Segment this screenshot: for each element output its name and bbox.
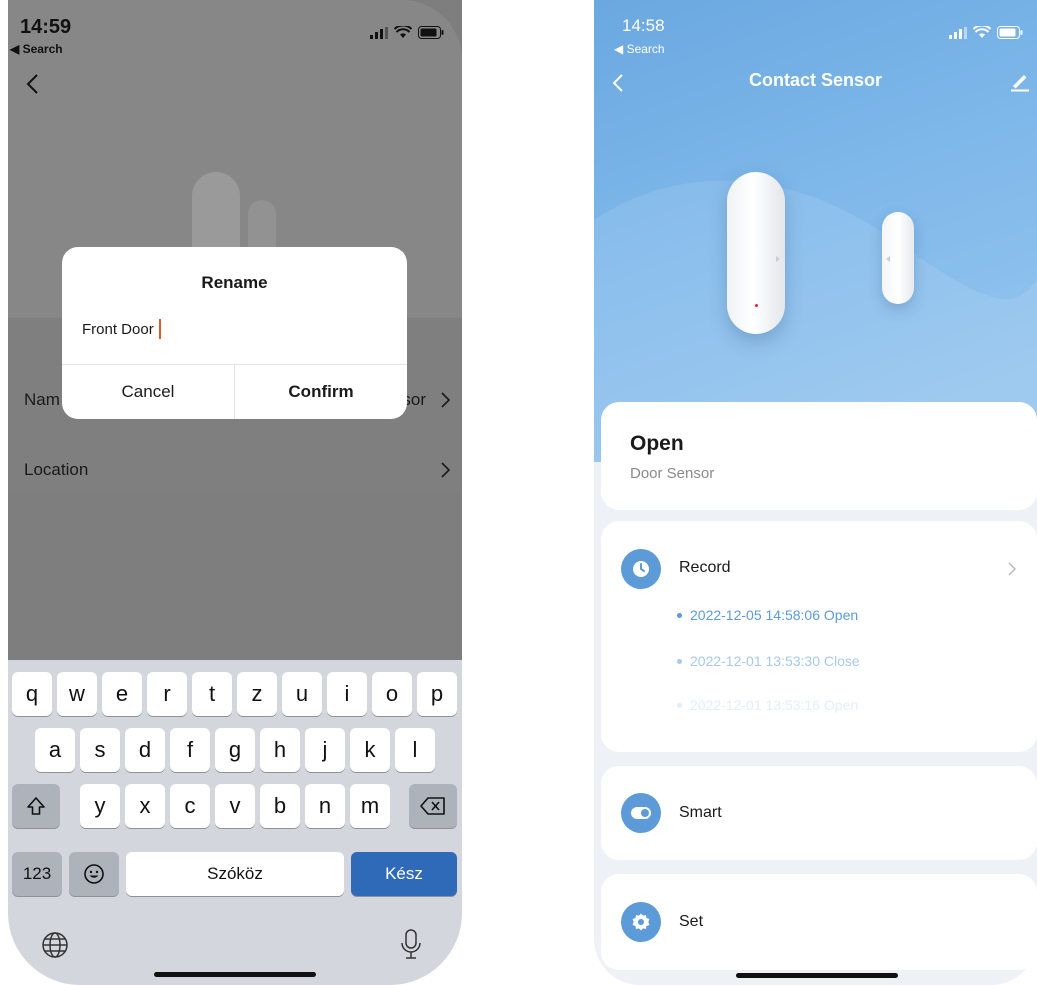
backspace-key[interactable] xyxy=(409,784,457,828)
wifi-icon xyxy=(394,26,412,38)
battery-icon xyxy=(997,26,1023,39)
key-k[interactable]: k xyxy=(350,728,390,772)
record-entry-text: 2022-12-01 13:53:16 Open xyxy=(690,697,859,713)
back-chevron-icon[interactable] xyxy=(22,72,46,96)
home-indicator xyxy=(154,972,316,977)
record-card[interactable]: Record 2022-12-05 14:58:06 Open 2022-12-… xyxy=(601,521,1037,752)
key-c[interactable]: c xyxy=(170,784,210,828)
key-x[interactable]: x xyxy=(125,784,165,828)
smart-card[interactable]: Smart xyxy=(601,766,1037,860)
smart-icon-badge xyxy=(621,793,661,833)
key-w[interactable]: w xyxy=(57,672,97,716)
edit-pencil-icon[interactable] xyxy=(1009,70,1031,92)
device-screen: 14:58 ◀ Search Contact Sensor Open Door … xyxy=(594,0,1037,985)
rename-dialog: Rename Cancel Confirm xyxy=(62,247,407,419)
done-key[interactable]: Kész xyxy=(351,852,457,896)
status-icons xyxy=(949,26,1023,39)
chevron-right-icon xyxy=(1008,562,1016,576)
key-f[interactable]: f xyxy=(170,728,210,772)
status-bar: 14:59 ◀ Search xyxy=(8,0,462,60)
status-icons xyxy=(370,26,444,39)
rename-input[interactable] xyxy=(82,317,382,341)
key-j[interactable]: j xyxy=(305,728,345,772)
emoji-icon xyxy=(84,864,104,884)
sensor-led xyxy=(755,304,758,307)
key-l[interactable]: l xyxy=(395,728,435,772)
sensor-alignment-mark xyxy=(776,256,780,262)
gear-icon xyxy=(632,913,650,931)
key-n[interactable]: n xyxy=(305,784,345,828)
signal-icon xyxy=(370,27,388,39)
record-entry-text: 2022-12-01 13:53:30 Close xyxy=(690,653,860,669)
toggle-icon xyxy=(631,807,651,819)
dialog-title: Rename xyxy=(201,273,268,292)
wifi-icon xyxy=(973,26,991,38)
key-s[interactable]: s xyxy=(80,728,120,772)
key-z[interactable]: z xyxy=(237,672,277,716)
record-dot xyxy=(677,612,682,618)
key-q[interactable]: q xyxy=(12,672,52,716)
key-y[interactable]: y xyxy=(80,784,120,828)
page-title: Contact Sensor xyxy=(748,70,883,90)
key-d[interactable]: d xyxy=(125,728,165,772)
status-card: Open Door Sensor xyxy=(601,402,1037,510)
globe-icon[interactable] xyxy=(40,930,70,960)
setting-label-name: Nam xyxy=(24,390,60,409)
numbers-key[interactable]: 123 xyxy=(12,852,62,896)
magnet-alignment-mark xyxy=(886,256,890,262)
record-entry-text: 2022-12-05 14:58:06 Open xyxy=(690,607,859,623)
record-icon-badge xyxy=(621,549,661,589)
key-b[interactable]: b xyxy=(260,784,300,828)
set-icon-badge xyxy=(621,902,661,942)
key-e[interactable]: e xyxy=(102,672,142,716)
chevron-right-icon xyxy=(441,392,451,408)
setting-label-location: Location xyxy=(24,460,89,479)
key-o[interactable]: o xyxy=(372,672,412,716)
set-label: Set xyxy=(679,913,704,930)
cancel-button[interactable]: Cancel xyxy=(62,364,234,419)
key-p[interactable]: p xyxy=(417,672,457,716)
magnet-image xyxy=(882,212,914,304)
home-indicator xyxy=(736,973,898,978)
status-back-link[interactable]: ◀ Search xyxy=(10,42,63,56)
key-a[interactable]: a xyxy=(35,728,75,772)
rename-screen: 14:59 ◀ Search Nam s o r Location Rename C… xyxy=(8,0,462,985)
record-entry: 2022-12-01 13:53:16 Open xyxy=(677,697,858,713)
chevron-right-icon xyxy=(441,462,451,478)
key-t[interactable]: t xyxy=(192,672,232,716)
sensor-state: Open xyxy=(630,432,684,455)
signal-icon xyxy=(949,27,967,39)
backspace-icon xyxy=(420,797,445,815)
status-back-link[interactable]: ◀ Search xyxy=(614,42,665,56)
shift-key[interactable] xyxy=(12,784,60,828)
record-dot xyxy=(677,658,682,664)
key-i[interactable]: i xyxy=(327,672,367,716)
record-entry: 2022-12-01 13:53:30 Close xyxy=(677,653,860,669)
record-dot xyxy=(677,702,682,708)
sensor-image xyxy=(727,172,785,334)
key-g[interactable]: g xyxy=(215,728,255,772)
keyboard: q w e r t z u i o p a s d f g h j k l y … xyxy=(8,660,462,985)
battery-icon xyxy=(418,26,444,39)
status-time: 14:59 xyxy=(20,16,72,38)
text-caret xyxy=(159,319,161,339)
key-r[interactable]: r xyxy=(147,672,187,716)
setting-row-location[interactable]: Location xyxy=(8,440,462,500)
record-entry: 2022-12-05 14:58:06 Open xyxy=(677,607,858,623)
confirm-button[interactable]: Confirm xyxy=(235,364,407,419)
key-h[interactable]: h xyxy=(260,728,300,772)
key-v[interactable]: v xyxy=(215,784,255,828)
status-time: 14:58 xyxy=(622,16,665,35)
record-label: Record xyxy=(679,559,731,576)
set-card[interactable]: Set xyxy=(601,874,1037,970)
key-m[interactable]: m xyxy=(350,784,390,828)
shift-icon xyxy=(27,797,45,815)
space-key[interactable]: Szóköz xyxy=(126,852,344,896)
emoji-key[interactable] xyxy=(69,852,119,896)
smart-label: Smart xyxy=(679,804,722,821)
microphone-icon[interactable] xyxy=(400,928,422,962)
clock-icon xyxy=(633,561,649,577)
key-u[interactable]: u xyxy=(282,672,322,716)
device-type: Door Sensor xyxy=(630,465,715,482)
